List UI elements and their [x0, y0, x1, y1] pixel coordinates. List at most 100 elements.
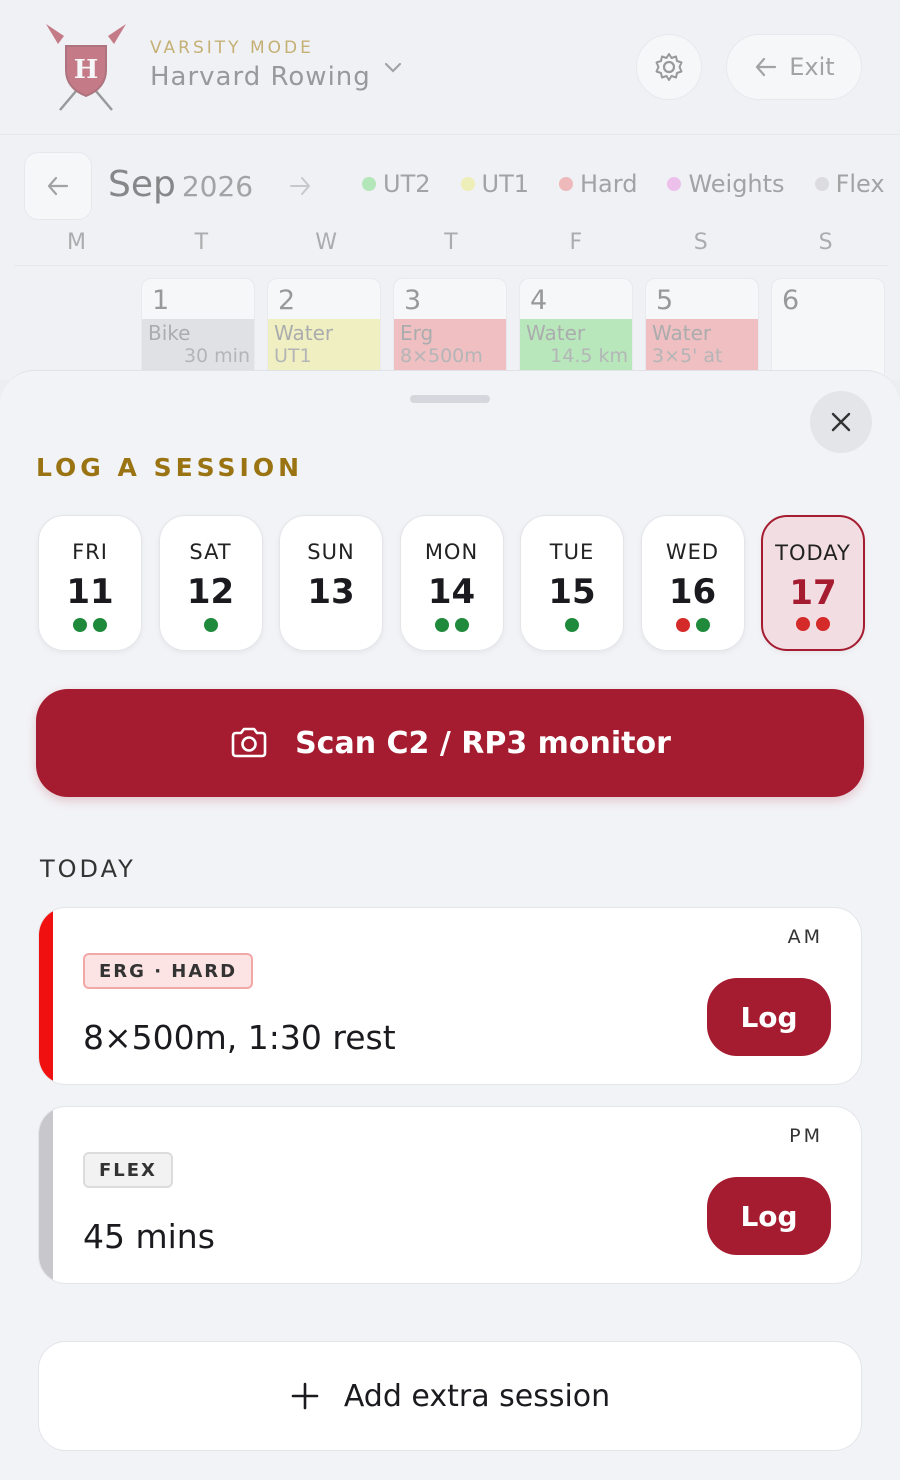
calendar-day-cell[interactable]: 6	[771, 278, 885, 378]
status-dot	[454, 618, 469, 632]
legend-dot	[814, 177, 829, 191]
scan-monitor-button[interactable]: Scan C2 / RP3 monitor	[36, 689, 864, 797]
log-button-pm[interactable]: Log	[707, 1177, 831, 1255]
plus-icon	[291, 1382, 319, 1410]
status-dot	[93, 618, 107, 632]
exit-label: Exit	[789, 53, 835, 81]
legend-label: Flex	[835, 170, 885, 198]
exit-button[interactable]: Exit	[726, 34, 862, 100]
status-dot	[565, 618, 579, 632]
session-type-stripe	[39, 908, 53, 1084]
calendar-day-number: 1	[152, 285, 170, 316]
day-chip[interactable]: TODAY 17	[761, 515, 865, 651]
calendar-event-detail: 14.5 km	[550, 345, 628, 367]
mode-label: VARSITY MODE	[150, 38, 314, 58]
status-dot	[816, 617, 830, 631]
next-month-button[interactable]	[284, 170, 316, 202]
calendar-event-type: Erg	[400, 321, 434, 345]
day-chip[interactable]: SAT 12	[158, 515, 263, 651]
calendar-day-cell[interactable]: 4 Water 14.5 km	[519, 278, 633, 378]
weekday-header: MTWTFSS	[14, 230, 888, 266]
legend-label: UT2	[383, 170, 431, 198]
day-chip-weekday: FRI	[72, 540, 108, 564]
log-button-am[interactable]: Log	[707, 978, 831, 1056]
status-dot	[203, 618, 218, 632]
legend-dot	[559, 177, 573, 191]
weekday-label: W	[315, 230, 338, 255]
calendar-day-cell[interactable]: 3 Erg 8×500m	[393, 278, 507, 378]
legend-item: UT1	[460, 170, 529, 198]
close-icon	[831, 412, 851, 432]
day-chip-weekday: SAT	[189, 540, 232, 564]
day-selector: FRI 11 SAT 12 SUN 13 MON 14 TUE 15 WED 16 TODAY 17	[38, 515, 865, 651]
legend-dot	[362, 177, 376, 191]
session-slot: AM	[787, 926, 823, 948]
scan-label: Scan C2 / RP3 monitor	[295, 725, 671, 761]
top-bar: H VARSITY MODE Harvard Rowing Exit	[0, 0, 900, 135]
day-chip[interactable]: MON 14	[399, 515, 504, 651]
chevron-down-icon[interactable]	[382, 56, 404, 78]
calendar-day-number: 4	[530, 285, 548, 316]
add-extra-session-button[interactable]: Add extra session	[38, 1341, 862, 1451]
close-button[interactable]	[810, 391, 872, 453]
day-chip-weekday: MON	[424, 540, 479, 564]
arrow-left-icon	[47, 176, 69, 196]
day-chip-number: 15	[548, 572, 596, 612]
sheet-drag-handle[interactable]	[410, 395, 490, 403]
calendar-day-cell[interactable]: 2 Water UT1	[267, 278, 381, 378]
svg-text:H: H	[74, 55, 99, 85]
day-chip-status-dots	[642, 618, 744, 632]
session-card-pm: PM FLEX 45 mins Log	[38, 1106, 862, 1284]
camera-icon	[231, 727, 267, 758]
year-label: 2026	[181, 170, 254, 203]
day-chip-status-dots	[160, 618, 262, 632]
calendar-day-cell[interactable]: 1 Bike 30 min	[141, 278, 255, 378]
day-chip-weekday: SUN	[307, 540, 355, 564]
day-chip-weekday: TODAY	[775, 541, 851, 565]
calendar-event-detail: 30 min	[183, 345, 250, 367]
weekday-label: S	[818, 230, 833, 255]
weekday-label: F	[569, 230, 583, 255]
calendar-event-detail: 8×500m	[400, 345, 483, 367]
legend-item: UT2	[362, 170, 431, 198]
session-card-am: AM ERG · HARD 8×500m, 1:30 rest Log	[38, 907, 862, 1085]
legend-item: Flex	[814, 170, 885, 198]
calendar-day-number: 5	[656, 285, 674, 316]
session-slot: PM	[789, 1125, 823, 1147]
day-chip[interactable]: SUN 13	[279, 515, 383, 651]
status-dot	[434, 618, 449, 632]
session-description: 45 mins	[83, 1217, 215, 1256]
session-tag: FLEX	[83, 1152, 173, 1188]
calendar-day-number: 6	[782, 285, 800, 316]
day-chip-status-dots	[401, 618, 503, 632]
day-chip[interactable]: WED 16	[640, 515, 745, 651]
day-chip-weekday: TUE	[549, 540, 595, 564]
day-chip-status-dots	[763, 617, 863, 631]
status-dot	[796, 617, 810, 631]
calendar-event-type: Bike	[148, 321, 191, 345]
gear-icon	[655, 53, 683, 81]
team-name[interactable]: Harvard Rowing	[150, 62, 371, 92]
day-chip[interactable]: TUE 15	[520, 515, 624, 651]
settings-button[interactable]	[636, 34, 702, 100]
calendar-day-number: 3	[404, 285, 422, 316]
legend: UT2 UT1 Hard Weights Flex	[362, 170, 885, 198]
sheet-title: LOG A SESSION	[36, 453, 304, 482]
day-chip-status-dots	[39, 618, 141, 632]
day-chip-weekday: WED	[665, 540, 720, 564]
legend-item: Hard	[559, 170, 637, 198]
weekday-label: S	[693, 230, 708, 255]
today-section-title: TODAY	[40, 855, 136, 883]
legend-dot	[460, 177, 475, 191]
status-dot	[675, 618, 690, 632]
day-chip[interactable]: FRI 11	[38, 515, 142, 651]
day-chip-status-dots	[521, 618, 623, 632]
legend-label: Weights	[688, 170, 785, 198]
legend-dot	[667, 177, 682, 191]
harvard-crest-logo: H	[46, 24, 126, 111]
month-name: Sep	[108, 164, 176, 205]
calendar-day-cell[interactable]: 5Water3×5' at r30	[645, 278, 759, 378]
prev-month-button[interactable]	[24, 152, 92, 220]
session-tag: ERG · HARD	[83, 953, 254, 989]
arrow-right-icon	[290, 177, 310, 195]
